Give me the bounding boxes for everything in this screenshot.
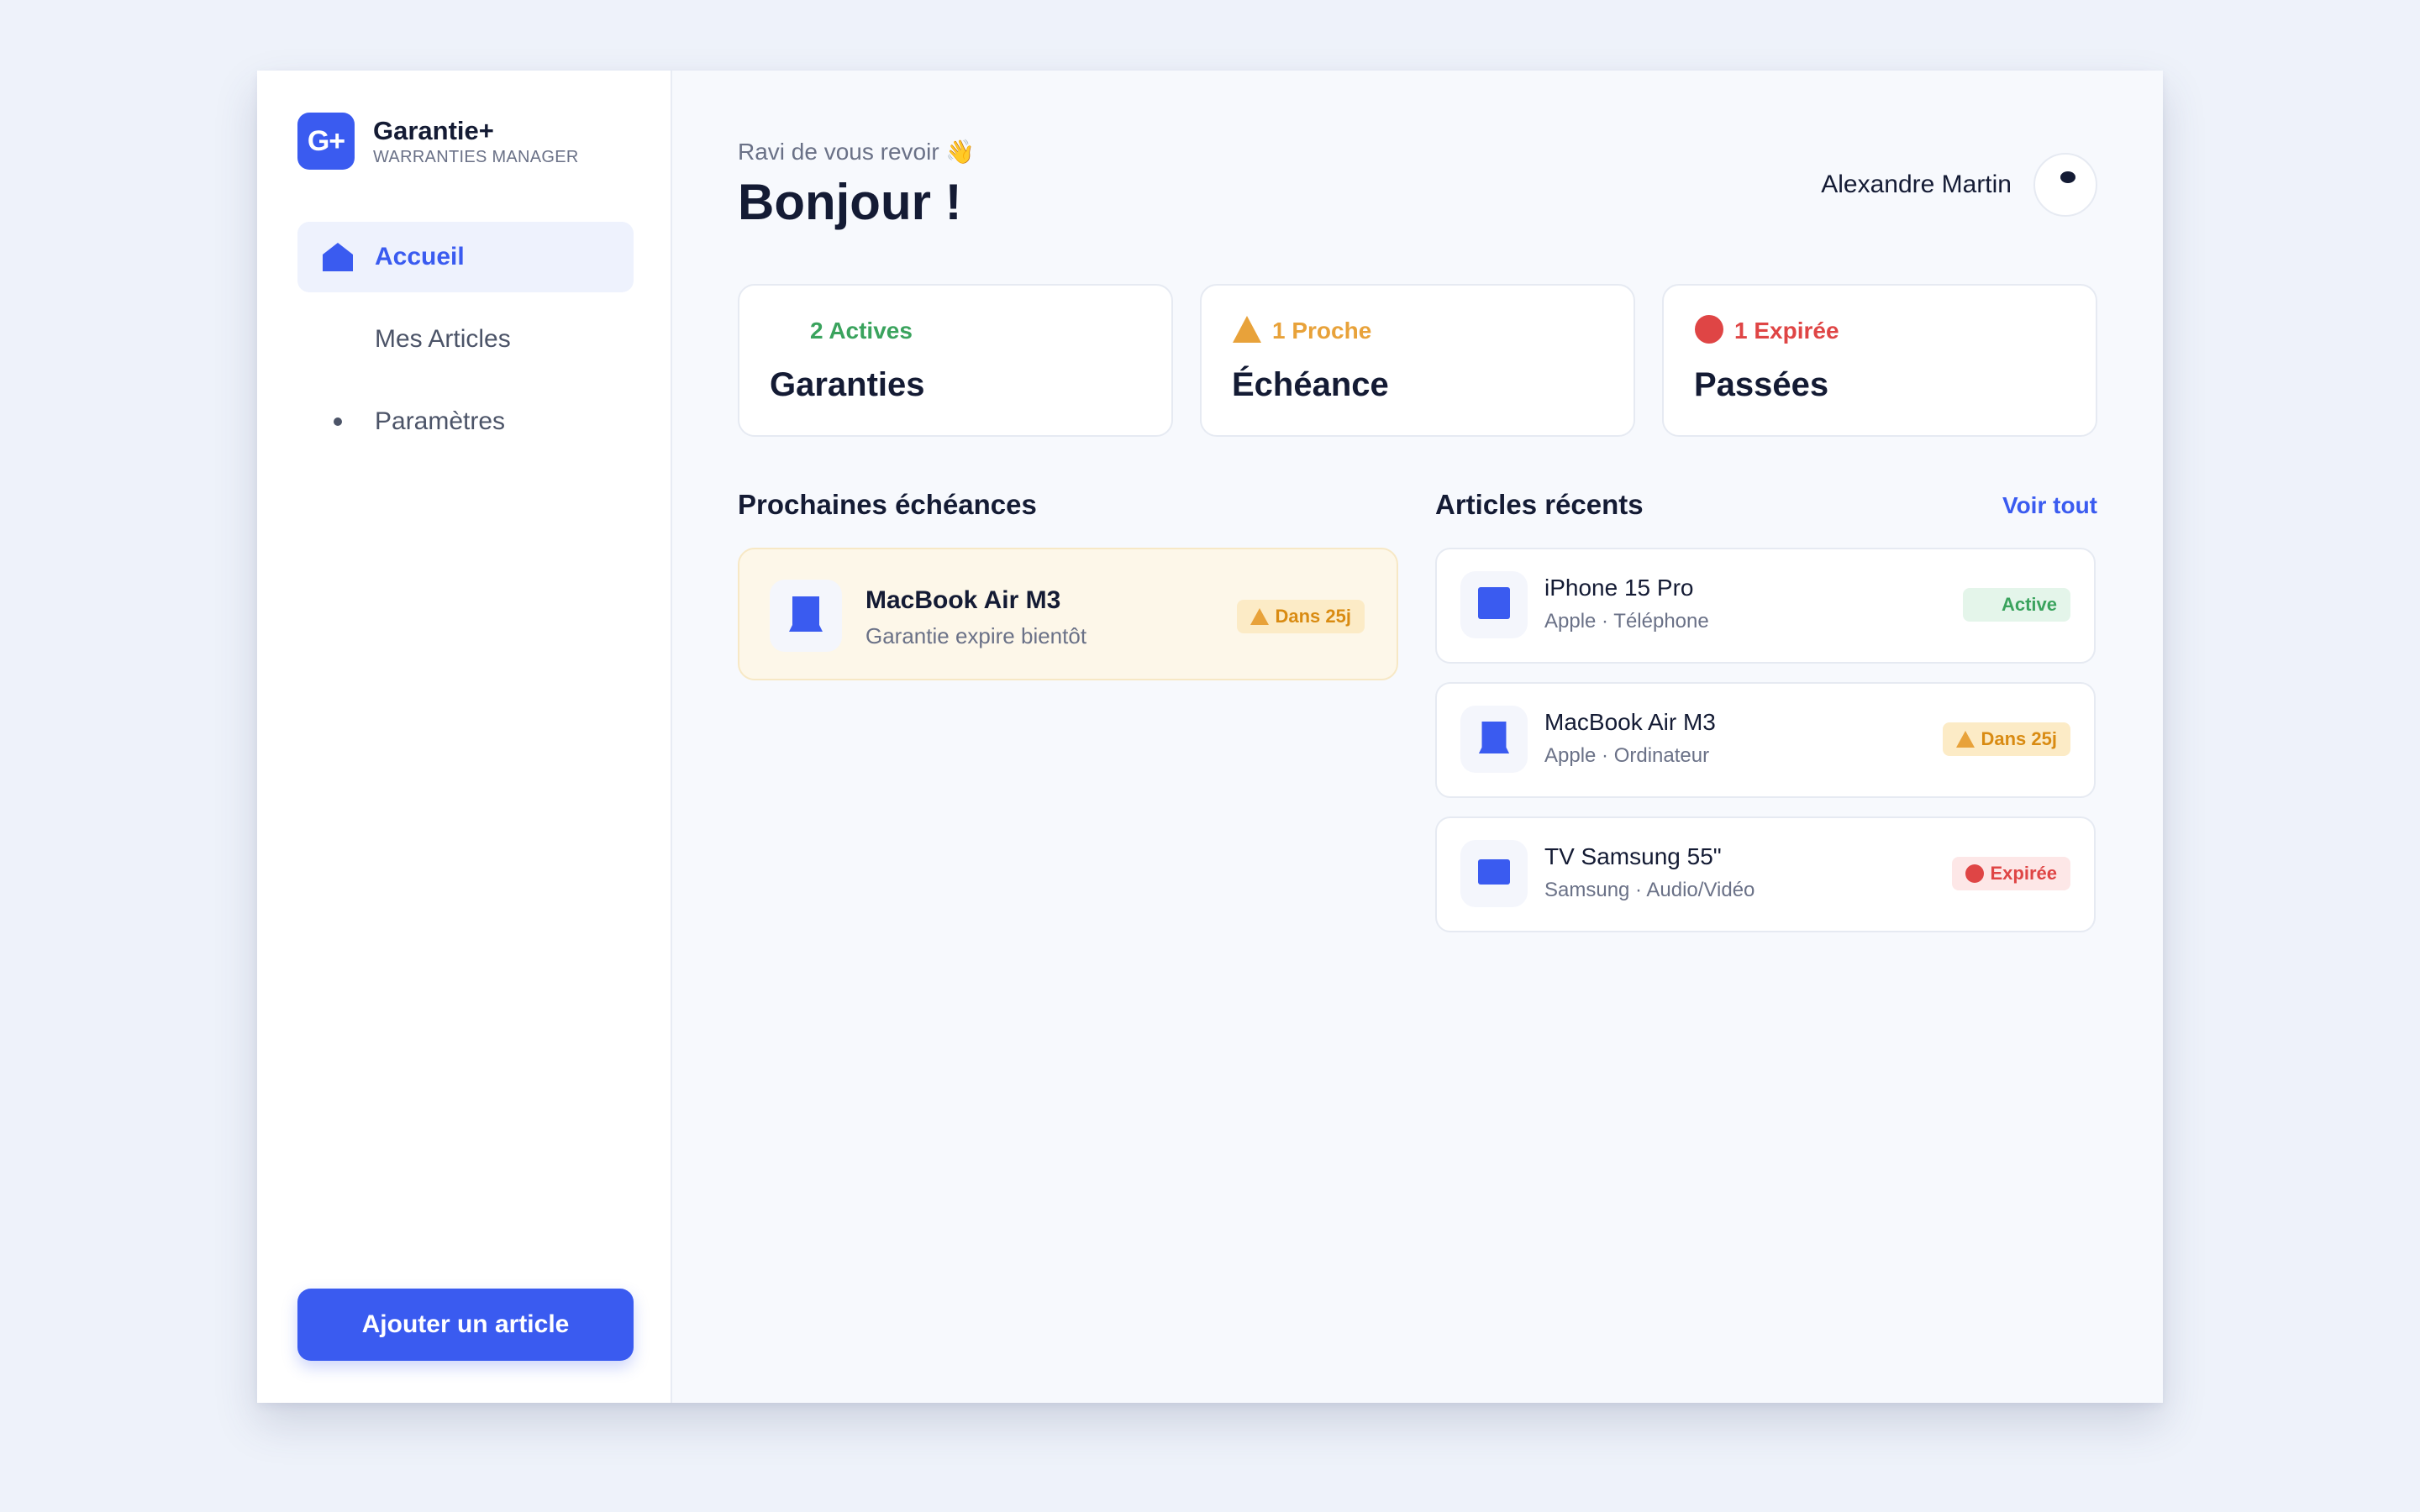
brand-logo: G+ (297, 113, 355, 170)
sidebar-item-label: Accueil (375, 243, 465, 270)
item-subtitle: Samsung · Audio/Vidéo (1544, 879, 1755, 901)
red-circle-icon (1965, 864, 1984, 883)
status-badge: Active (1962, 588, 2070, 622)
laptop-icon (1478, 720, 1510, 759)
stat-count: 2 Actives (810, 318, 913, 344)
item-subtitle: Apple · Téléphone (1544, 610, 1709, 633)
stats-row: 2 Actives Garanties 1 Proche Échéance 1 … (738, 284, 2097, 437)
see-all-link[interactable]: Voir tout (2002, 492, 2097, 519)
sidebar-item-accueil[interactable]: Accueil (297, 222, 634, 292)
stat-label: Garanties (770, 366, 925, 403)
stat-count: 1 Expirée (1734, 318, 1839, 344)
sidebar-item-label: Paramètres (375, 407, 506, 435)
stat-count: 1 Proche (1272, 318, 1372, 344)
warning-triangle-icon (1249, 608, 1269, 625)
sidebar: G+ Garantie+ WARRANTIES MANAGER Accueil … (257, 71, 672, 1403)
tv-icon (1478, 858, 1510, 889)
list-item[interactable]: TV Samsung 55" Samsung · Audio/Vidéo Exp… (1435, 816, 2096, 932)
status-badge: Expirée (1951, 857, 2070, 890)
stat-label: Échéance (1232, 366, 1389, 403)
list-item[interactable]: MacBook Air M3 Apple · Ordinateur Dans 2… (1435, 682, 2096, 798)
phone-icon (1478, 586, 1510, 623)
item-subtitle: Apple · Ordinateur (1544, 744, 1710, 767)
item-subtitle: Garantie expire bientôt (865, 623, 1087, 648)
upcoming-section-title: Prochaines échéances (738, 489, 1037, 520)
dot-icon (321, 405, 355, 438)
brand-subtitle: WARRANTIES MANAGER (373, 147, 579, 166)
laptop-icon (788, 595, 823, 638)
recent-list: iPhone 15 Pro Apple · Téléphone Active M… (1435, 548, 2096, 951)
user-name: Alexandre Martin (1821, 171, 2012, 198)
page-title: Bonjour ! (738, 174, 962, 230)
sidebar-item-label: Mes Articles (375, 325, 511, 353)
main-content: Ravi de vous revoir 👋 Bonjour ! Alexandr… (672, 71, 2163, 1403)
avatar[interactable] (2033, 153, 2097, 217)
sidebar-nav: Accueil Mes Articles Paramètres (297, 222, 634, 469)
stat-card-expiree[interactable]: 1 Expirée Passées (1662, 284, 2097, 437)
recent-section-title: Articles récents (1435, 489, 1644, 520)
sidebar-item-parametres[interactable]: Paramètres (297, 386, 634, 457)
item-name: MacBook Air M3 (1544, 709, 1716, 735)
brand-name: Garantie+ (373, 115, 494, 145)
user-profile[interactable]: Alexandre Martin (1821, 153, 2097, 217)
stat-card-proche[interactable]: 1 Proche Échéance (1200, 284, 1635, 437)
item-name: iPhone 15 Pro (1544, 575, 1694, 601)
warning-triangle-icon (1955, 731, 1975, 748)
item-name: MacBook Air M3 (865, 586, 1061, 614)
status-badge: Dans 25j (1942, 722, 2070, 756)
red-circle-icon (1694, 314, 1724, 349)
item-name: TV Samsung 55" (1544, 843, 1722, 869)
upcoming-item[interactable]: MacBook Air M3 Garantie expire bientôt D… (738, 548, 1398, 680)
list-item[interactable]: iPhone 15 Pro Apple · Téléphone Active (1435, 548, 2096, 664)
stat-card-actives[interactable]: 2 Actives Garanties (738, 284, 1173, 437)
stat-label: Passées (1694, 366, 1829, 403)
home-icon (321, 240, 355, 274)
brand: G+ Garantie+ WARRANTIES MANAGER (297, 113, 579, 170)
warning-triangle-icon (1232, 315, 1262, 348)
welcome-text: Ravi de vous revoir 👋 (738, 139, 976, 165)
add-article-button[interactable]: Ajouter un article (297, 1289, 634, 1361)
app-window: G+ Garantie+ WARRANTIES MANAGER Accueil … (257, 71, 2163, 1403)
sidebar-item-mes-articles[interactable]: Mes Articles (297, 304, 634, 375)
status-badge: Dans 25j (1236, 600, 1365, 633)
